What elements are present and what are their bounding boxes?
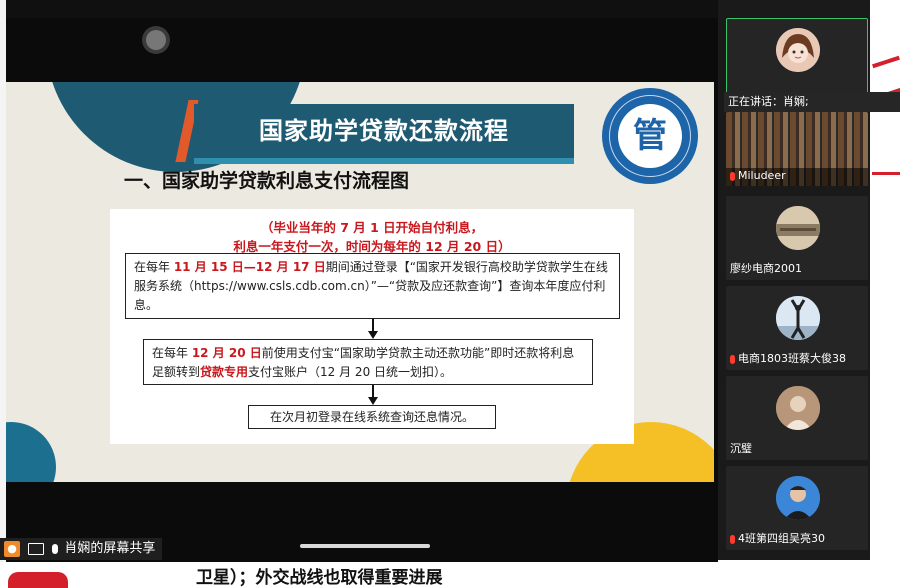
step1-pre: 在每年: [134, 260, 174, 274]
share-scrollbar[interactable]: [300, 544, 430, 548]
avatar: [776, 28, 820, 72]
decor-stroke: [872, 172, 900, 175]
screen-share-label: ● 肖娴的屏幕共享: [0, 538, 162, 560]
share-label-text: 肖娴的屏幕共享: [64, 541, 156, 556]
slide-banner: 国家助学贷款还款流程: [194, 104, 574, 158]
participant-name-text: Miludeer: [738, 169, 786, 182]
participant-name-text: 电商1803班蔡大俊38: [738, 352, 846, 365]
participant-name: 廖纱电商2001: [730, 262, 802, 275]
participant-tile[interactable]: 沉璧: [726, 376, 868, 460]
speaking-indicator: 正在讲话：肖娴;: [724, 92, 900, 112]
background-caption: 卫星）；外交战线也取得重要进展: [196, 568, 443, 588]
step2-post: 支付宝账户（12 月 20 日统一划扣）。: [248, 365, 453, 379]
mic-muted-icon: [730, 171, 735, 181]
step2-highlight: 贷款专用: [200, 365, 249, 379]
arrow-down-icon: [368, 397, 378, 405]
arrow-down-icon: [368, 331, 378, 339]
participant-name-text: 4班第四组吴亮30: [738, 532, 825, 545]
share-topbar: [6, 0, 718, 18]
decor-circle: [6, 422, 56, 482]
bottom-strip: [0, 562, 900, 588]
mic-icon: [52, 543, 59, 554]
avatar: [776, 206, 820, 250]
logo-glyph: 管: [633, 116, 667, 156]
camera-indicator-icon: [146, 30, 166, 50]
step2-pre: 在每年: [152, 346, 192, 360]
person-icon: ●: [4, 540, 20, 557]
flowchart: （毕业当年的 7 月 1 日开始自付利息， 利息一年支付一次，时间为每年的 12…: [110, 209, 634, 444]
slide-title: 国家助学贷款还款流程: [259, 117, 509, 145]
participant-name: 4班第四组吴亮30: [730, 530, 825, 546]
flow-step-2: 在每年 12 月 20 日前使用支付宝“国家助学贷款主动还款功能”即时还款将利息…: [143, 339, 593, 385]
mic-muted-icon: [730, 354, 735, 364]
screen-share-icon: [28, 542, 45, 555]
mic-muted-icon: [730, 534, 735, 544]
participant-tile[interactable]: Miludeer: [726, 112, 868, 186]
presentation-slide: 国家助学贷款还款流程 管 一、国家助学贷款利息支付流程图 （毕业当年的 7 月 …: [6, 82, 714, 482]
avatar: [776, 476, 820, 520]
participant-tile[interactable]: 电商1803班蔡大俊38: [726, 286, 868, 370]
flow-note-line1: （毕业当年的 7 月 1 日开始自付利息，: [260, 220, 484, 235]
participant-name: 电商1803班蔡大俊38: [730, 350, 846, 366]
section-title: 一、国家助学贷款利息支付流程图: [124, 170, 410, 192]
avatar: [776, 386, 820, 430]
flow-step-3: 在次月初登录在线系统查询还息情况。: [248, 405, 496, 429]
step1-date: 11 月 15 日—12 月 17 日: [173, 260, 326, 274]
participant-name: Miludeer: [730, 169, 786, 182]
avatar: [776, 296, 820, 340]
step2-date: 12 月 20 日: [191, 346, 262, 360]
participant-tile[interactable]: 廖纱电商2001: [726, 196, 868, 280]
participant-tile[interactable]: [726, 18, 868, 102]
flow-step-1: 在每年 11 月 15 日—12 月 17 日期间通过登录【“国家开发银行高校助…: [125, 253, 620, 319]
participant-name: 沉璧: [730, 442, 752, 455]
participant-tile[interactable]: 4班第四组吴亮30: [726, 466, 868, 550]
bottom-decor: [8, 572, 68, 588]
